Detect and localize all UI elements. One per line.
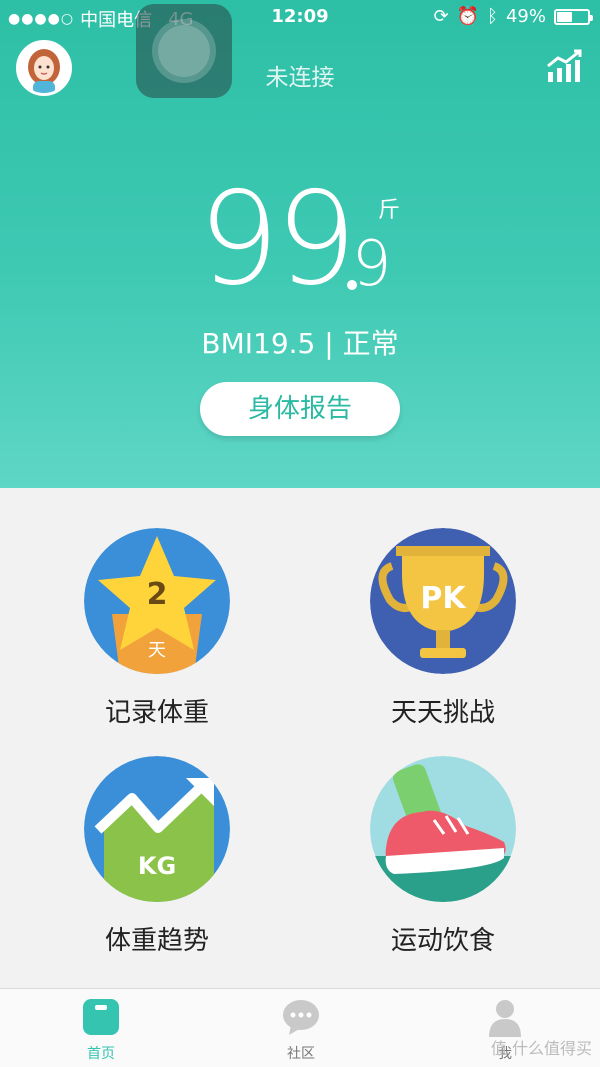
weight-trend-icon: KG [84,756,230,902]
sneaker-icon [370,756,516,902]
battery-icon [554,8,593,25]
bluetooth-icon: ᛒ [487,6,498,27]
battery-percent: 49% [505,6,546,27]
pk-badge: PK [420,581,467,616]
scale-icon [81,997,121,1037]
record-weight-label: 记录体重 [104,698,209,728]
body-report-button[interactable]: 身体报告 [200,382,400,436]
weight-display: 99 9 斤 [0,170,600,310]
battery-fill [557,11,572,22]
tab-bar: 首页 社区 我 值 什么值得买 [0,988,600,1067]
record-weight-icon: 2 天 [84,528,230,674]
alarm-icon: ⏰ [456,6,480,27]
exercise-diet-label: 运动饮食 [390,926,495,956]
status-bar: ●●●●○ 中国电信 4G 12:09 ⟳ ⏰ ᛒ 49% [0,0,600,34]
daily-challenge-tile[interactable]: PK 天天挑战 [368,528,518,729]
tab-community-label: 社区 [287,1046,315,1062]
streak-days-count: 2 [147,577,168,612]
weight-trend-label: 体重趋势 [104,926,209,956]
tab-home-label: 首页 [87,1046,115,1062]
weight-integer: 99 [198,165,357,314]
bmi-status: BMI19.5 | 正常 [201,327,399,360]
rotation-lock-icon: ⟳ [433,6,449,27]
person-icon [485,997,525,1037]
weight-decimal: 9 [352,227,392,300]
hero-panel: ●●●●○ 中国电信 4G 12:09 ⟳ ⏰ ᛒ 49% 未连接 99 [0,0,600,488]
trend-chart-icon[interactable] [546,48,584,84]
connection-status: 未连接 [265,65,335,91]
weight-unit: 斤 [378,198,401,223]
kg-badge: KG [138,852,176,880]
weight-trend-tile[interactable]: KG 体重趋势 [82,756,232,957]
record-weight-tile[interactable]: 2 天 记录体重 [82,528,232,729]
tab-home[interactable]: 首页 [51,997,151,1063]
trophy-icon: PK [370,528,516,674]
daily-challenge-label: 天天挑战 [390,698,495,728]
streak-days-unit: 天 [148,640,166,661]
tab-community[interactable]: 社区 [251,997,351,1063]
watermark: 值 什么值得买 [490,1039,592,1058]
status-right: ⟳ ⏰ ᛒ 49% [433,6,593,27]
exercise-diet-tile[interactable]: 运动饮食 [368,756,518,957]
chat-bubble-icon [281,997,321,1037]
